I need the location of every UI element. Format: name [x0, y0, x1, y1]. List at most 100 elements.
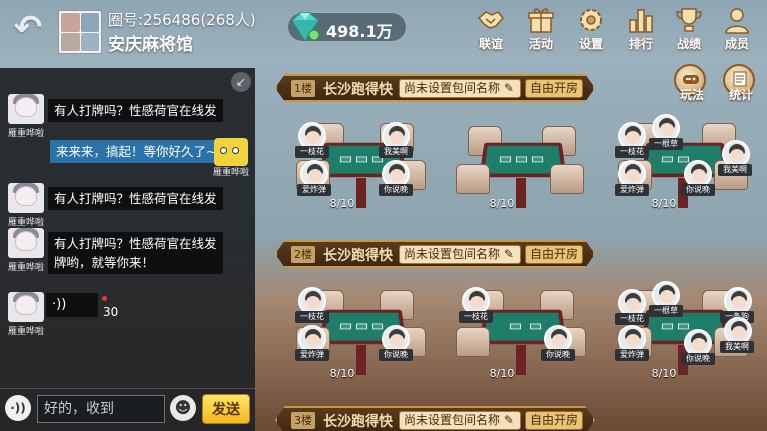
edit-room-name-button[interactable]: 尚未设置包间名称 ✎ [399, 79, 521, 98]
seat-count: 8/10 [651, 197, 677, 210]
stats-label: 统计 [728, 88, 753, 102]
chat-nickname: 雁重哗啦 [7, 129, 44, 139]
diamond-balance[interactable]: 498.1万 [287, 12, 407, 42]
chat-avatar[interactable] [8, 183, 44, 213]
open-room-button[interactable]: 自由开房 [525, 245, 583, 264]
player-name: 你说晚 [681, 184, 715, 196]
club-name: 安庆麻将馆 [108, 35, 193, 55]
chat-avatar[interactable] [8, 94, 44, 124]
chat-nickname: 雁重哗啦 [7, 327, 44, 337]
player-name: 你说晚 [541, 349, 575, 361]
chat-bubble: 有人打牌吗？性感荷官在线发 [48, 187, 223, 210]
edit-icon: ✎ [503, 81, 514, 95]
player-name: 一枝花 [295, 146, 329, 158]
stats-list-icon [733, 71, 747, 87]
rules-button[interactable]: 玩法 [674, 64, 706, 102]
player-name: 一根草 [649, 305, 683, 317]
rules-label: 玩法 [679, 88, 704, 102]
send-button[interactable]: 发送 [202, 394, 250, 424]
room-name-label: 尚未设置包间名称 [404, 413, 501, 427]
player-name: 一根草 [649, 138, 683, 150]
player-name: 爱炸弹 [297, 184, 331, 196]
seat-count: 8/10 [329, 197, 355, 210]
player-name: 一枝花 [615, 313, 649, 325]
menu-records-button[interactable]: 战绩 [668, 6, 710, 52]
menu-alliance-button[interactable]: 联谊 [470, 6, 512, 52]
seat-count: 8/10 [489, 197, 515, 210]
chat-nickname: 雁重哗啦 [7, 263, 44, 273]
chat-panel: ↙ 雁重哗啦 有人打牌吗？性感荷官在线发 来来来，搞起！等你好久了~ 雁重哗啦 … [0, 68, 255, 431]
floor-tag: 1楼 [291, 80, 315, 97]
chat-avatar-self[interactable] [214, 138, 248, 166]
seat-count: 8/10 [489, 367, 515, 380]
floor-tag: 3楼 [291, 412, 315, 429]
menu-events-label: 活动 [528, 37, 553, 51]
open-room-button[interactable]: 自由开房 [525, 411, 583, 430]
game-table[interactable]: 8/10 一枝花 你说晚 [450, 285, 590, 385]
voice-message-bubble[interactable]: ·)) [46, 293, 98, 317]
room-name-label: 尚未设置包间名称 [404, 81, 501, 95]
voice-icon: ·)) [10, 401, 26, 415]
chat-input[interactable] [37, 395, 165, 423]
chat-nickname-self: 雁重哗啦 [212, 168, 249, 178]
top-bar: ↶ 圈号:256486(268人) 安庆麻将馆 498.1万 联谊 活动 设置 … [0, 0, 767, 58]
chat-bubble: 有人打牌吗？性感荷官在线发 牌哟，就等你来！ [48, 232, 223, 274]
seat-count: 8/10 [651, 367, 677, 380]
diamond-count: 498.1万 [326, 22, 393, 41]
chat-bubble-line: 牌哟，就等你来！ [54, 255, 155, 270]
chat-avatar[interactable] [8, 292, 44, 322]
player-name: 一枝花 [615, 146, 649, 158]
unread-dot [102, 296, 107, 301]
menu-ranking-button[interactable]: 排行 [620, 6, 662, 52]
chat-nickname: 雁重哗啦 [7, 218, 44, 228]
edit-room-name-button[interactable]: 尚未设置包间名称 ✎ [399, 411, 521, 430]
floor-title: 长沙跑得快 [323, 248, 393, 264]
voice-input-button[interactable]: ·)) [5, 395, 31, 421]
seat-count: 8/10 [329, 367, 355, 380]
diamond-icon [291, 12, 320, 42]
voice-duration: 30 [103, 305, 119, 319]
club-id: 圈号:256486(268人) [108, 11, 256, 29]
open-room-button[interactable]: 自由开房 [525, 79, 583, 98]
menu-members-button[interactable]: 成员 [716, 6, 758, 52]
game-table[interactable]: 8/10 一枝花 一根草 爱炸弹 你说晚 我美啊 [612, 114, 752, 218]
player-name: 爱炸弹 [295, 349, 329, 361]
player-name: 我美啊 [720, 341, 754, 353]
members-icon [725, 8, 749, 34]
player-name: 我美啊 [379, 146, 413, 158]
menu-ranking-label: 排行 [628, 37, 653, 51]
collapse-chat-button[interactable]: ↙ [231, 72, 251, 92]
emoji-button[interactable]: ☻ [170, 395, 196, 421]
game-table[interactable]: 8/10 一枝花 一根草 一条狗 爱炸弹 你说晚 我美啊 [612, 281, 754, 385]
menu-alliance-label: 联谊 [478, 37, 503, 51]
gamepad-icon [683, 75, 699, 84]
chat-input-bar: ·)) ☻ 发送 [0, 388, 255, 431]
edit-icon: ✎ [503, 413, 514, 427]
menu-members-label: 成员 [724, 37, 749, 51]
collapse-arrows-icon: ↙ [235, 75, 247, 89]
menu-records-label: 战绩 [676, 37, 701, 51]
chat-avatar[interactable] [8, 228, 44, 258]
gift-icon [528, 8, 554, 33]
player-name: 你说晚 [681, 353, 715, 365]
smiley-icon: ☻ [174, 398, 192, 417]
stats-button[interactable]: 统计 [723, 64, 755, 102]
back-button[interactable]: ↶ [10, 10, 46, 46]
edit-icon: ✎ [503, 247, 514, 261]
menu-settings-button[interactable]: 设置 [570, 6, 612, 52]
edit-room-name-button[interactable]: 尚未设置包间名称 ✎ [399, 245, 521, 264]
player-name: 一枝花 [295, 311, 329, 323]
game-table[interactable]: 8/10 [450, 118, 590, 218]
menu-events-button[interactable]: 活动 [520, 6, 562, 52]
game-table[interactable]: 8/10 一枝花 爱炸弹 你说晚 [290, 285, 430, 385]
handshake-icon [477, 11, 504, 29]
floor-banner: 1楼 长沙跑得快 尚未设置包间名称 ✎ 自由开房 [275, 74, 595, 102]
game-table[interactable]: 8/10 一枝花 我美啊 爱炸弹 你说晚 [290, 118, 430, 218]
club-avatar[interactable] [58, 10, 102, 54]
room-name-label: 尚未设置包间名称 [404, 247, 501, 261]
floor-banner: 3楼 长沙跑得快 尚未设置包间名称 ✎ 自由开房 [275, 406, 595, 431]
gear-icon [580, 9, 602, 31]
voice-wave-icon: ·)) [52, 297, 67, 312]
player-name: 我美啊 [718, 164, 752, 176]
player-name: 一枝花 [459, 311, 493, 323]
